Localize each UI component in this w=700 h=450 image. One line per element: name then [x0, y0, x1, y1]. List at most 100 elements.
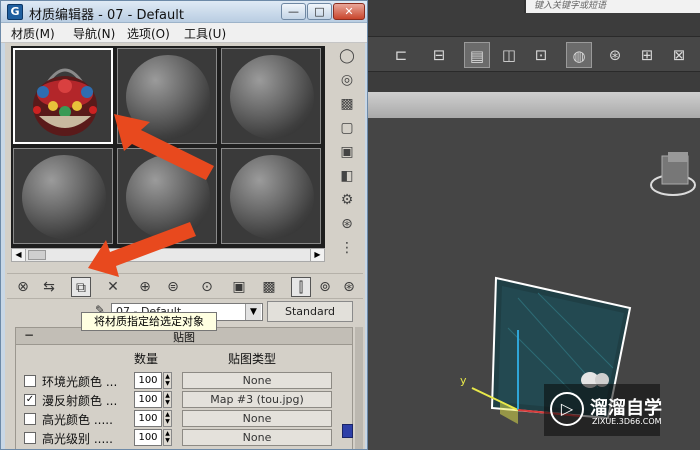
title-bar[interactable]: G 材质编辑器 - 07 - Default — □ ✕: [1, 1, 367, 23]
go-to-parent-icon[interactable]: ⊚: [315, 277, 335, 297]
map-enable-checkbox[interactable]: [24, 413, 36, 425]
scroll-left-arrow-icon[interactable]: ◀: [12, 249, 26, 261]
viewport-label-band: [368, 92, 700, 118]
align-icon[interactable]: ⊏: [388, 42, 414, 68]
sample-sphere: [22, 155, 106, 239]
menu-material[interactable]: 材质(M): [11, 25, 55, 42]
map-amount-field[interactable]: 100: [134, 429, 162, 446]
tooltip: 将材质指定给选定对象: [81, 312, 217, 331]
render-production-icon[interactable]: ⊠: [666, 42, 692, 68]
map-row-specular-level: 高光级别 ..... 100 ▲ ▼ None: [24, 429, 340, 447]
3dsmax-logo-icon: G: [7, 4, 23, 20]
menu-bar: 材质(M) 导航(N) 选项(O) 工具(U): [1, 23, 367, 43]
map-amount-field[interactable]: 100: [134, 410, 162, 427]
go-forward-to-sibling-icon[interactable]: ⊛: [339, 277, 359, 297]
map-slot-button[interactable]: None: [182, 429, 332, 446]
maximize-button[interactable]: □: [307, 3, 332, 20]
map-enable-checkbox[interactable]: ✓: [24, 394, 36, 406]
put-to-library-icon[interactable]: ⊙: [197, 277, 217, 297]
light-object-icon: [650, 152, 696, 196]
window-title: 材质编辑器 - 07 - Default: [29, 8, 184, 23]
map-slot-button[interactable]: None: [182, 410, 332, 427]
render-setup-icon[interactable]: ⊛: [602, 42, 628, 68]
svg-text:y: y: [460, 374, 467, 387]
sample-sphere: [126, 155, 210, 239]
sample-slot-1[interactable]: [13, 48, 113, 144]
minimize-button[interactable]: —: [281, 3, 306, 20]
sample-slot-grid: [11, 46, 325, 248]
scroll-right-arrow-icon[interactable]: ▶: [310, 249, 324, 261]
map-label: 高光颜色 .....: [42, 413, 113, 427]
show-map-in-viewport-icon[interactable]: ▩: [259, 277, 279, 297]
map-amount-field[interactable]: 100: [134, 372, 162, 389]
select-by-material-icon[interactable]: ⊛: [337, 214, 357, 234]
map-enable-checkbox[interactable]: [24, 375, 36, 387]
chevron-down-icon[interactable]: ▼: [245, 304, 261, 320]
editor-client-area: ◀ ▶ ◯ ◎ ▩ ▢ ▣ ◧ ⚙ ⊛ ⋮ ⊗ ⇆ ⧉ ✕ ⊕ ⊜ ⊙ ▣ ▩ …: [5, 43, 365, 449]
top-strip: [368, 13, 700, 35]
rendered-frame-window-icon[interactable]: ⊞: [634, 42, 660, 68]
sample-slot-4[interactable]: [13, 148, 113, 244]
map-row-specular-color: 高光颜色 ..... 100 ▲ ▼ None: [24, 410, 340, 428]
video-color-check-icon[interactable]: ▣: [337, 142, 357, 162]
amount-column-header: 数量: [134, 352, 159, 366]
material-id-channel-icon[interactable]: ▣: [229, 277, 249, 297]
material-editor-icon[interactable]: ◍: [566, 42, 592, 68]
map-label: 漫反射颜色 ...: [42, 394, 118, 408]
sample-slot-5[interactable]: [117, 148, 217, 244]
map-amount-field[interactable]: 100: [134, 391, 162, 408]
sample-slot-3[interactable]: [221, 48, 321, 144]
map-slot-button[interactable]: Map #3 (tou.jpg): [182, 391, 332, 408]
watermark-url: ZIXUE.3D66.COM: [592, 417, 662, 426]
sample-slot-6[interactable]: [221, 148, 321, 244]
reset-map-icon[interactable]: ✕: [103, 277, 123, 297]
side-toolbar: ◯ ◎ ▩ ▢ ▣ ◧ ⚙ ⊛ ⋮: [329, 46, 363, 262]
show-end-result-icon[interactable]: ⫿: [291, 277, 311, 297]
menu-options[interactable]: 选项(O): [127, 25, 170, 42]
map-slot-button[interactable]: None: [182, 372, 332, 389]
maps-rollout: − 贴图 数量 贴图类型 环境光颜色 ... 100 ▲ ▼ None ✓ 漫反射…: [15, 327, 353, 449]
get-material-icon[interactable]: ⊗: [13, 277, 33, 297]
spinner-icon[interactable]: ▲ ▼: [163, 391, 172, 408]
put-material-to-scene-icon[interactable]: ⇆: [39, 277, 59, 297]
curve-editor-icon[interactable]: ◫: [496, 42, 522, 68]
layer-manager-icon[interactable]: ⊟: [426, 42, 452, 68]
make-preview-icon[interactable]: ◧: [337, 166, 357, 186]
material-toolbar: ⊗ ⇆ ⧉ ✕ ⊕ ⊜ ⊙ ▣ ▩ ⫿ ⊚ ⊛: [7, 273, 363, 299]
slot-horizontal-scrollbar[interactable]: ◀ ▶: [11, 248, 325, 262]
material-type-button[interactable]: Standard: [267, 301, 353, 322]
panel-scrollbar[interactable]: [355, 327, 363, 449]
sample-slot-2[interactable]: [117, 48, 217, 144]
search-input[interactable]: 键入关键字或短语: [524, 0, 700, 13]
material-editor-window: G 材质编辑器 - 07 - Default — □ ✕ 材质(M) 导航(N)…: [0, 0, 368, 450]
main-toolbar: ⊏ ⊟ ▤ ◫ ⊡ ◍ ⊛ ⊞ ⊠: [368, 36, 700, 72]
options-icon[interactable]: ⚙: [337, 190, 357, 210]
map-row-ambient: 环境光颜色 ... 100 ▲ ▼ None: [24, 372, 340, 390]
make-unique-icon[interactable]: ⊜: [163, 277, 183, 297]
spinner-icon[interactable]: ▲ ▼: [163, 429, 172, 446]
map-enable-checkbox[interactable]: [24, 432, 36, 444]
menu-navigation[interactable]: 导航(N): [73, 25, 115, 42]
sample-uv-tiling-icon[interactable]: ▢: [337, 118, 357, 138]
sample-type-sphere-icon[interactable]: ◯: [337, 46, 357, 66]
scene-explorer-icon[interactable]: ▤: [464, 42, 490, 68]
sample-sphere: [230, 155, 314, 239]
make-material-copy-icon[interactable]: ⊕: [135, 277, 155, 297]
sample-sphere: [126, 55, 210, 139]
assign-material-to-selection-button[interactable]: ⧉: [71, 277, 91, 297]
watermark: ▷ 溜溜自学 ZIXUE.3D66.COM: [544, 384, 662, 436]
map-label: 高光级别 .....: [42, 432, 113, 446]
schematic-view-icon[interactable]: ⊡: [528, 42, 554, 68]
background-checker-icon[interactable]: ▩: [337, 94, 357, 114]
spinner-icon[interactable]: ▲ ▼: [163, 372, 172, 389]
scroll-thumb[interactable]: [28, 250, 46, 260]
play-logo-icon: ▷: [550, 392, 584, 426]
close-button[interactable]: ✕: [333, 3, 365, 20]
spinner-icon[interactable]: ▲ ▼: [163, 410, 172, 427]
map-type-column-header: 贴图类型: [228, 352, 277, 366]
backlight-icon[interactable]: ◎: [337, 70, 357, 90]
map-label: 环境光颜色 ...: [42, 375, 118, 389]
material-map-navigator-icon[interactable]: ⋮: [337, 238, 357, 258]
lock-icon[interactable]: [342, 424, 353, 438]
menu-tools[interactable]: 工具(U): [184, 25, 226, 42]
